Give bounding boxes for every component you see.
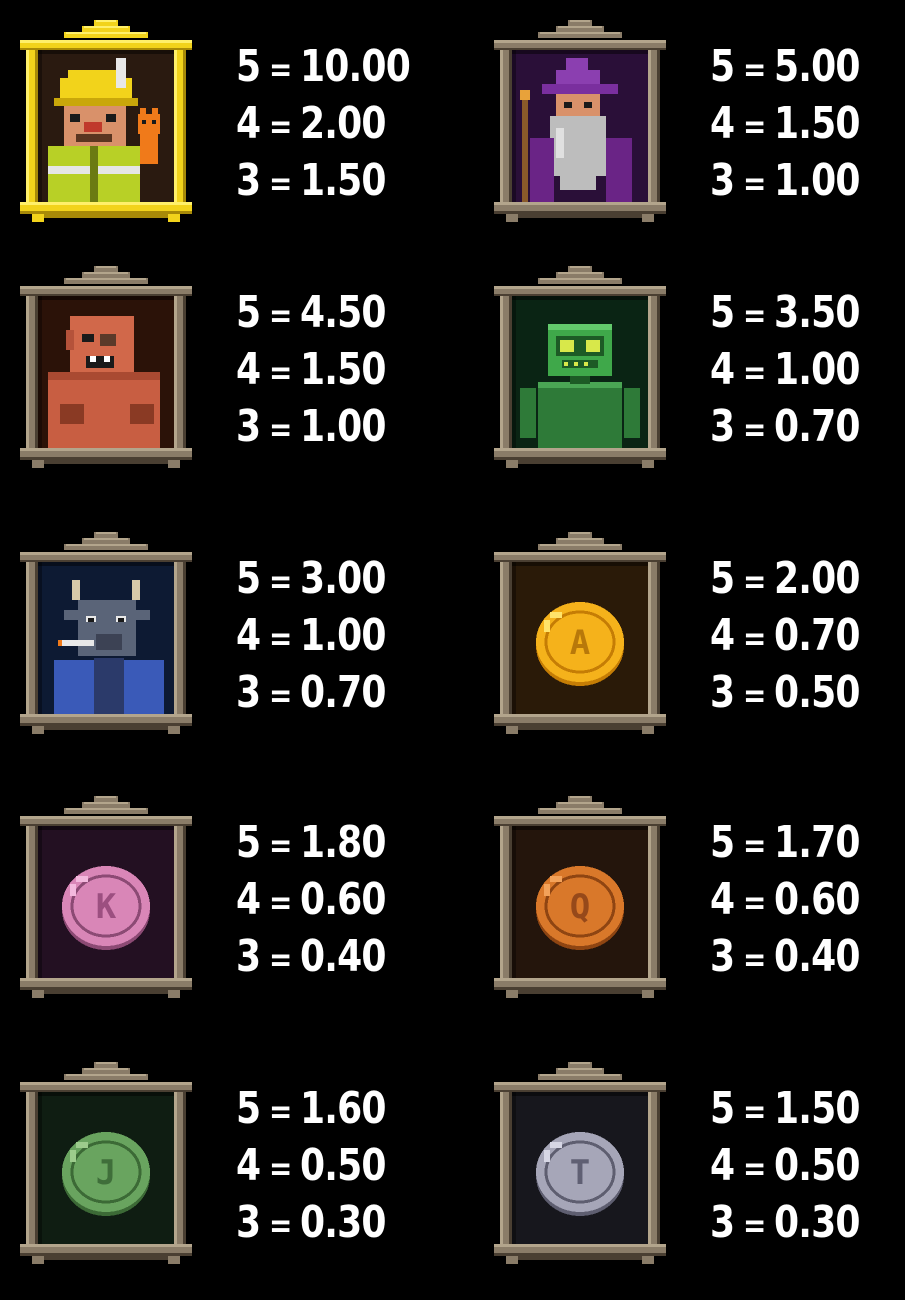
payout-list: 5 = 1.60 4 = 0.50 3 = 0.30 xyxy=(236,1080,436,1251)
payout-list: 5 = 3.00 4 = 1.00 3 = 0.70 xyxy=(236,550,436,721)
payout-list: 5 = 4.50 4 = 1.50 3 = 1.00 xyxy=(236,284,436,455)
payout-5-of-kind: 5 = 3.00 xyxy=(236,553,387,604)
payout-5-of-kind: 5 = 1.70 xyxy=(710,817,861,868)
green-coin-j-icon: J xyxy=(20,1062,192,1264)
silver-coin-t-icon: T xyxy=(494,1062,666,1264)
robot-symbol-frame xyxy=(494,264,666,482)
firefighter-with-cat-portrait xyxy=(20,20,192,222)
svg-text:A: A xyxy=(570,623,590,663)
payout-5-of-kind: 5 = 1.50 xyxy=(710,1083,861,1134)
wizard-symbol-frame xyxy=(494,18,666,236)
paytable-entry-coin-a: A 5 = 2.00 4 = 0.70 3 = 0.50 xyxy=(494,530,905,750)
coin-j-symbol-frame: J xyxy=(20,1060,192,1278)
payout-4-of-kind: 4 = 0.60 xyxy=(236,874,387,925)
paytable-entry-firefighter: 5 = 10.00 4 = 2.00 3 = 1.50 xyxy=(20,18,440,238)
payout-3-of-kind: 3 = 0.40 xyxy=(710,931,861,982)
pink-coin-k-icon: K xyxy=(20,796,192,998)
payout-4-of-kind: 4 = 0.50 xyxy=(710,1140,861,1191)
payout-5-of-kind: 5 = 10.00 xyxy=(236,41,411,92)
paytable-entry-robot: 5 = 3.50 4 = 1.00 3 = 0.70 xyxy=(494,264,905,484)
paytable-entry-coin-t: T 5 = 1.50 4 = 0.50 3 = 0.30 xyxy=(494,1060,905,1280)
payout-3-of-kind: 3 = 0.30 xyxy=(236,1197,387,1248)
ogre-portrait xyxy=(20,266,192,468)
svg-text:Q: Q xyxy=(570,887,590,927)
ogre-symbol-frame xyxy=(20,264,192,482)
payout-5-of-kind: 5 = 5.00 xyxy=(710,41,861,92)
gold-coin-a-icon: A xyxy=(494,532,666,734)
payout-3-of-kind: 3 = 1.00 xyxy=(710,155,861,206)
payout-4-of-kind: 4 = 1.00 xyxy=(236,610,387,661)
payout-4-of-kind: 4 = 0.50 xyxy=(236,1140,387,1191)
payout-list: 5 = 10.00 4 = 2.00 3 = 1.50 xyxy=(236,38,436,209)
payout-5-of-kind: 5 = 3.50 xyxy=(710,287,861,338)
payout-list: 5 = 3.50 4 = 1.00 3 = 0.70 xyxy=(710,284,905,455)
coin-q-symbol-frame: Q xyxy=(494,794,666,1012)
payout-4-of-kind: 4 = 2.00 xyxy=(236,98,387,149)
payout-3-of-kind: 3 = 0.50 xyxy=(710,667,861,718)
paytable: 5 = 10.00 4 = 2.00 3 = 1.50 5 = 5.00 4 = 1.50 3 = 1.… xyxy=(0,0,905,1300)
coin-a-symbol-frame: A xyxy=(494,530,666,748)
payout-4-of-kind: 4 = 1.00 xyxy=(710,344,861,395)
paytable-entry-wizard: 5 = 5.00 4 = 1.50 3 = 1.00 xyxy=(494,18,905,238)
paytable-entry-goat: 5 = 3.00 4 = 1.00 3 = 0.70 xyxy=(20,530,440,750)
green-robot-portrait xyxy=(494,266,666,468)
goat-symbol-frame xyxy=(20,530,192,748)
payout-3-of-kind: 3 = 0.70 xyxy=(710,401,861,452)
payout-5-of-kind: 5 = 2.00 xyxy=(710,553,861,604)
paytable-entry-ogre: 5 = 4.50 4 = 1.50 3 = 1.00 xyxy=(20,264,440,484)
svg-text:T: T xyxy=(570,1153,590,1193)
payout-5-of-kind: 5 = 1.80 xyxy=(236,817,387,868)
firefighter-symbol-frame xyxy=(20,18,192,236)
svg-text:K: K xyxy=(96,887,117,927)
payout-list: 5 = 1.50 4 = 0.50 3 = 0.30 xyxy=(710,1080,905,1251)
payout-5-of-kind: 5 = 1.60 xyxy=(236,1083,387,1134)
payout-list: 5 = 1.70 4 = 0.60 3 = 0.40 xyxy=(710,814,905,985)
bronze-coin-q-icon: Q xyxy=(494,796,666,998)
payout-3-of-kind: 3 = 1.50 xyxy=(236,155,387,206)
payout-list: 5 = 1.80 4 = 0.60 3 = 0.40 xyxy=(236,814,436,985)
paytable-entry-coin-q: Q 5 = 1.70 4 = 0.60 3 = 0.40 xyxy=(494,794,905,1014)
svg-text:J: J xyxy=(96,1153,116,1193)
payout-4-of-kind: 4 = 0.60 xyxy=(710,874,861,925)
payout-3-of-kind: 3 = 1.00 xyxy=(236,401,387,452)
payout-3-of-kind: 3 = 0.40 xyxy=(236,931,387,982)
payout-4-of-kind: 4 = 1.50 xyxy=(710,98,861,149)
payout-list: 5 = 5.00 4 = 1.50 3 = 1.00 xyxy=(710,38,905,209)
coin-k-symbol-frame: K xyxy=(20,794,192,1012)
payout-4-of-kind: 4 = 1.50 xyxy=(236,344,387,395)
payout-4-of-kind: 4 = 0.70 xyxy=(710,610,861,661)
goat-with-cigar-portrait xyxy=(20,532,192,734)
payout-3-of-kind: 3 = 0.70 xyxy=(236,667,387,718)
wizard-portrait xyxy=(494,20,666,222)
payout-3-of-kind: 3 = 0.30 xyxy=(710,1197,861,1248)
coin-t-symbol-frame: T xyxy=(494,1060,666,1278)
payout-5-of-kind: 5 = 4.50 xyxy=(236,287,387,338)
paytable-entry-coin-k: K 5 = 1.80 4 = 0.60 3 = 0.40 xyxy=(20,794,440,1014)
payout-list: 5 = 2.00 4 = 0.70 3 = 0.50 xyxy=(710,550,905,721)
paytable-entry-coin-j: J 5 = 1.60 4 = 0.50 3 = 0.30 xyxy=(20,1060,440,1280)
